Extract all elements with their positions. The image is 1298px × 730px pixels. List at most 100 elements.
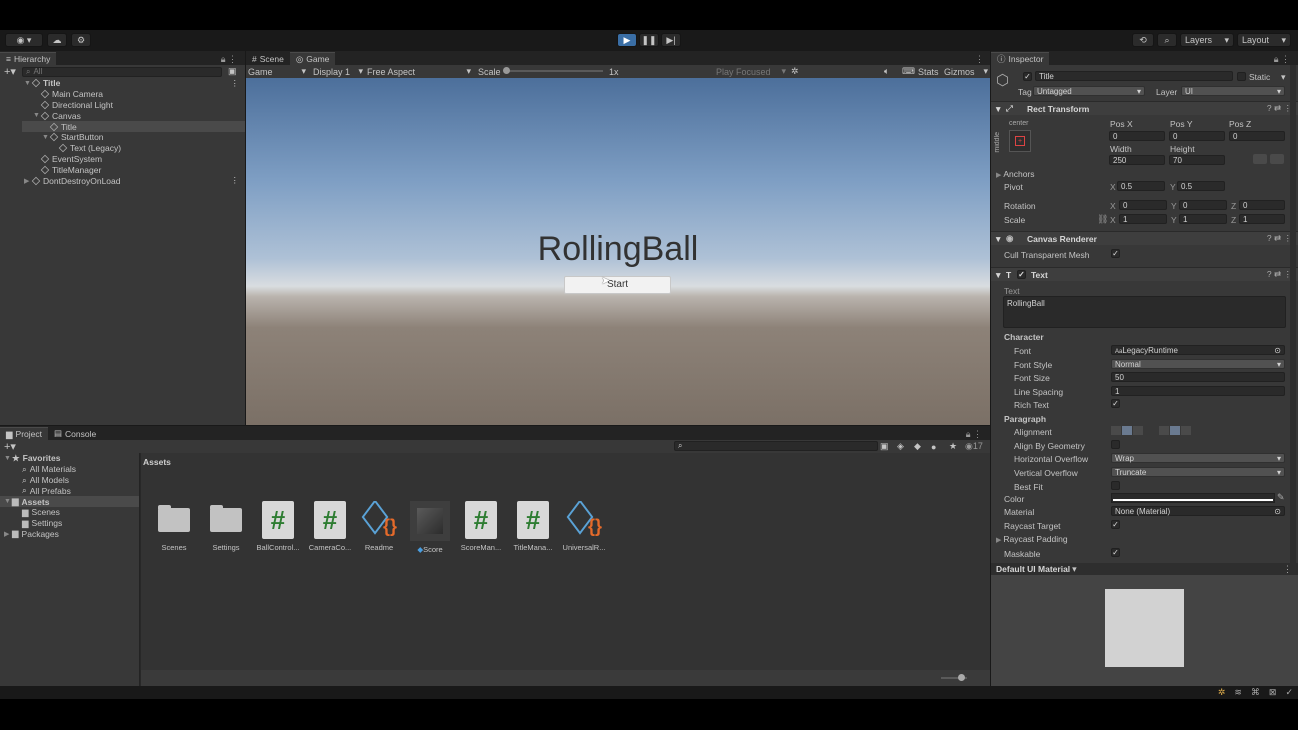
add-icon[interactable]: +▾ <box>4 440 16 453</box>
h-overflow-dropdown[interactable]: Wrap ▾ <box>1111 453 1285 463</box>
posx-field[interactable]: 0 <box>1109 131 1165 141</box>
static-checkbox[interactable] <box>1237 72 1246 81</box>
font-size-field[interactable]: 50 <box>1111 372 1285 382</box>
eyedropper-icon[interactable]: ✎ <box>1277 492 1285 503</box>
maskable-checkbox[interactable]: ✓ <box>1111 548 1120 557</box>
asset-item[interactable]: # CameraCo... <box>305 501 355 552</box>
asset-item[interactable]: # BallControl... <box>253 501 303 552</box>
rotation-z-field[interactable]: 0 <box>1239 200 1285 210</box>
tag-dropdown[interactable]: Untagged ▾ <box>1033 86 1145 96</box>
canvas-renderer-header[interactable]: ▼ ◉ Canvas Renderer ? ⇄ ⋮ <box>991 231 1298 245</box>
v-overflow-dropdown[interactable]: Truncate ▾ <box>1111 467 1285 477</box>
search-button[interactable]: ⌕ <box>1157 33 1177 47</box>
blueprint-mode-button[interactable] <box>1253 154 1267 164</box>
posz-field[interactable]: 0 <box>1229 131 1285 141</box>
hierarchy-item[interactable]: Directional Light <box>22 100 245 111</box>
rotation-y-field[interactable]: 0 <box>1179 200 1227 210</box>
keyboard-icon[interactable]: ⌨ <box>902 66 915 77</box>
pause-button[interactable]: ❚❚ <box>639 33 659 47</box>
asset-item[interactable]: # ScoreMan... <box>456 501 506 552</box>
raycast-padding-foldout[interactable]: ▶ Raycast Padding <box>996 534 1068 544</box>
rect-transform-header[interactable]: ▼ ⤢ Rect Transform ? ⇄ ⋮ <box>991 101 1298 115</box>
color-field[interactable] <box>1111 493 1275 503</box>
history-button[interactable]: ⟲ <box>1132 33 1154 47</box>
subfolder-item[interactable]: ▆ Settings <box>0 518 139 529</box>
add-icon[interactable]: +▾ <box>4 65 16 78</box>
game-mode-dropdown[interactable]: Game ▾ <box>248 66 306 77</box>
info-icon[interactable]: ● <box>931 442 936 452</box>
align-right-button[interactable] <box>1133 426 1143 435</box>
star-icon[interactable]: ★ <box>949 441 957 452</box>
expand-arrow-icon[interactable]: ▼ <box>24 80 32 87</box>
asset-item[interactable]: # TitleMana... <box>508 501 558 552</box>
asset-item[interactable]: ◆Score <box>405 501 455 554</box>
check-icon[interactable]: ✓ <box>1285 687 1293 698</box>
posy-field[interactable]: 0 <box>1169 131 1225 141</box>
cloud-button[interactable]: ☁ <box>47 33 67 47</box>
bug-icon[interactable]: ✲ <box>1218 687 1226 698</box>
raycast-target-checkbox[interactable]: ✓ <box>1111 520 1120 529</box>
play-focused-dropdown[interactable]: Play Focused ▾ <box>716 66 786 77</box>
audio-icon[interactable]: 🔈︎ <box>884 66 889 77</box>
object-name-input[interactable]: Title <box>1035 71 1233 81</box>
tab-console[interactable]: ▤ Console <box>48 427 102 440</box>
hierarchy-item[interactable]: Text (Legacy) <box>22 143 245 154</box>
layer-dropdown[interactable]: UI ▾ <box>1181 86 1285 96</box>
aspect-dropdown[interactable]: Free Aspect ▾ <box>367 66 471 77</box>
tab-scene[interactable]: # Scene <box>246 52 290 65</box>
asset-item[interactable]: {} UniversalR... <box>559 501 609 552</box>
align-left-button[interactable] <box>1111 426 1121 435</box>
tag-icon[interactable]: ◆ <box>914 441 921 452</box>
hierarchy-item[interactable]: ▼ Canvas <box>22 110 245 121</box>
object-picker-icon[interactable]: ⊙ <box>1274 346 1281 355</box>
font-style-dropdown[interactable]: Normal ▾ <box>1111 359 1285 369</box>
align-geometry-checkbox[interactable] <box>1111 440 1120 449</box>
width-field[interactable]: 250 <box>1109 155 1165 165</box>
tab-inspector[interactable]: ⓘ Inspector <box>991 52 1050 65</box>
active-checkbox[interactable]: ✓ <box>1023 72 1032 81</box>
more-icon[interactable]: ⋮ <box>1283 564 1298 575</box>
hierarchy-item[interactable]: Main Camera <box>22 89 245 100</box>
layers-dropdown[interactable]: Layers ▾ <box>1180 33 1234 47</box>
lock-icon[interactable]: 🔒︎ ⋮ <box>221 54 245 65</box>
cull-checkbox[interactable]: ✓ <box>1111 249 1120 258</box>
scale-slider-handle[interactable] <box>503 67 510 74</box>
rotation-x-field[interactable]: 0 <box>1119 200 1167 210</box>
lock-icon[interactable]: 🔒︎ ⋮ <box>1274 54 1298 65</box>
network-icon[interactable]: ⌘ <box>1251 687 1260 698</box>
hierarchy-item[interactable]: ▼ Title ⋮ <box>22 78 245 89</box>
align-middle-button[interactable] <box>1170 426 1180 435</box>
font-field[interactable]: AaLegacyRuntime ⊙ <box>1111 345 1285 355</box>
text-component-header[interactable]: ▼ T ✓ Text ? ⇄ ⋮ <box>991 267 1298 281</box>
lock-icon[interactable]: 🔒︎ ⋮ <box>966 429 990 440</box>
material-field[interactable]: None (Material) ⊙ <box>1111 506 1285 516</box>
expand-arrow-icon[interactable]: ▼ <box>42 134 50 141</box>
align-bottom-button[interactable] <box>1181 426 1191 435</box>
zoom-slider-handle[interactable] <box>958 674 965 681</box>
stats-button[interactable]: Stats <box>918 67 939 77</box>
game-render[interactable]: RollingBall Start ➤ <box>246 78 990 425</box>
gizmos-dropdown[interactable]: Gizmos ▾ <box>944 66 988 77</box>
scale-slider[interactable] <box>503 67 603 74</box>
account-dropdown[interactable]: ◉ ▾ <box>5 33 43 47</box>
play-button[interactable]: ▶ <box>617 33 637 47</box>
project-search-input[interactable]: ⌕ <box>674 441 878 451</box>
material-preview-header[interactable]: Default UI Material ▾ ⋮ <box>991 563 1298 575</box>
hierarchy-item[interactable]: EventSystem <box>22 154 245 165</box>
hierarchy-item[interactable]: ▼ StartButton <box>22 132 245 143</box>
pivot-x-field[interactable]: 0.5 <box>1117 181 1165 191</box>
filter-label-icon[interactable]: ◈ <box>897 441 904 452</box>
more-icon[interactable]: ⋮ <box>231 78 246 89</box>
more-icon[interactable]: ⋮ <box>975 54 990 65</box>
chevron-down-icon[interactable]: ▾ <box>1281 72 1286 83</box>
hierarchy-item[interactable]: ▶ DontDestroyOnLoad ⋮ <box>22 175 245 186</box>
pivot-y-field[interactable]: 0.5 <box>1177 181 1225 191</box>
scale-y-field[interactable]: 1 <box>1179 214 1227 224</box>
filter-type-icon[interactable]: ▣ <box>880 441 889 452</box>
line-spacing-field[interactable]: 1 <box>1111 386 1285 396</box>
hierarchy-search-input[interactable]: ⌕ All <box>21 66 222 77</box>
favorites-search-item[interactable]: ⌕ All Models <box>0 475 139 486</box>
link-icon[interactable]: ⛓ <box>1097 214 1108 225</box>
step-button[interactable]: ▶| <box>661 33 681 47</box>
asset-item[interactable]: {} Readme <box>354 501 404 552</box>
